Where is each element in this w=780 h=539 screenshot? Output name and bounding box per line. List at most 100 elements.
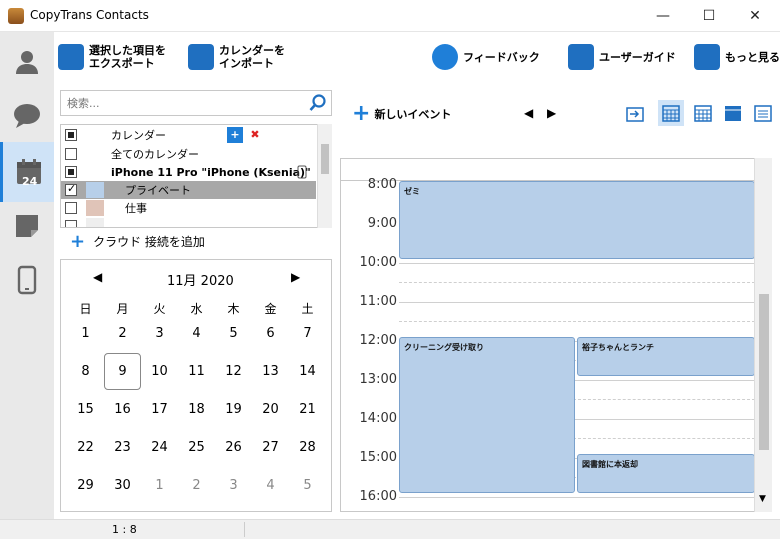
all-calendars-checkbox[interactable] (65, 148, 77, 160)
hour-label: 8:00 (367, 177, 397, 192)
search-input[interactable] (61, 91, 305, 115)
calendar-event[interactable]: クリーニング受け取り (399, 337, 575, 493)
calendar-day[interactable]: 17 (141, 391, 178, 428)
work-checkbox[interactable] (65, 202, 77, 214)
more-button[interactable]: もっと見る (694, 39, 780, 75)
calendar-day[interactable]: 27 (252, 429, 289, 466)
calendar-row-private[interactable]: プライベート (61, 181, 316, 199)
calendar-day[interactable]: 8 (67, 353, 104, 390)
header-checkbox[interactable] (65, 129, 77, 141)
minimize-button[interactable]: — (640, 0, 686, 32)
next-month-button[interactable]: ▶ (291, 270, 300, 284)
calendar-day[interactable]: 13 (252, 353, 289, 390)
calendar-day[interactable]: 3 (215, 467, 252, 504)
calendar-day[interactable]: 9 (104, 353, 141, 390)
scroll-thumb[interactable] (321, 144, 329, 174)
calendar-day[interactable]: 23 (104, 429, 141, 466)
user-guide-button[interactable]: ユーザーガイド (568, 39, 676, 75)
sidebar: 24 (0, 32, 54, 519)
feedback-label: フィードバック (463, 50, 540, 64)
month-view-icon[interactable] (724, 104, 742, 122)
list-view-icon[interactable] (754, 104, 772, 122)
calendar-list: カレンダー + ✖ 全てのカレンダー iPhone 11 Pro "iPhone… (60, 124, 332, 228)
sidebar-item-notes[interactable] (0, 196, 54, 256)
calendar-row-partial[interactable] (61, 217, 316, 227)
add-calendar-icon[interactable]: + (227, 127, 243, 143)
prev-day-button[interactable]: ◀ (524, 106, 533, 120)
calendar-day-label: 24 (22, 175, 38, 188)
more-label: もっと見る (725, 50, 780, 64)
calendar-day[interactable]: 2 (178, 467, 215, 504)
private-color-swatch[interactable] (86, 182, 104, 198)
calendar-list-scrollbar[interactable] (317, 124, 332, 228)
device-label: iPhone 11 Pro "iPhone (Ksenia)" (111, 165, 311, 179)
calendar-row-work[interactable]: 仕事 (61, 199, 316, 217)
sidebar-item-device[interactable] (0, 250, 54, 310)
calendar-day[interactable]: 7 (289, 315, 326, 352)
calendar-day[interactable]: 26 (215, 429, 252, 466)
day-view-button[interactable] (658, 100, 684, 126)
day-view-icon (662, 105, 680, 122)
new-event-button[interactable]: + 新しいイベント (352, 101, 451, 126)
calendar-day[interactable]: 29 (67, 467, 104, 504)
calendar-day[interactable]: 18 (178, 391, 215, 428)
calendar-day[interactable]: 30 (104, 467, 141, 504)
calendar-day[interactable]: 25 (178, 429, 215, 466)
calendar-day[interactable]: 19 (215, 391, 252, 428)
device-checkbox[interactable] (65, 166, 77, 178)
calendar-day[interactable]: 4 (178, 315, 215, 352)
scroll-thumb[interactable] (759, 294, 769, 450)
plus-icon: + (352, 101, 371, 126)
work-color-swatch[interactable] (86, 200, 104, 216)
feedback-button[interactable]: フィードバック (432, 39, 540, 75)
export-button[interactable]: 選択した項目を エクスポート (58, 39, 166, 75)
calendar-day[interactable]: 14 (289, 353, 326, 390)
week-view-icon[interactable] (694, 104, 712, 122)
private-label: プライベート (125, 184, 191, 197)
calendar-day[interactable]: 20 (252, 391, 289, 428)
calendar-day[interactable]: 24 (141, 429, 178, 466)
next-day-button[interactable]: ▶ (547, 106, 556, 120)
calendar-day[interactable]: 22 (67, 429, 104, 466)
partial-color-swatch (86, 218, 104, 227)
day-view-header (341, 159, 771, 181)
search-icon[interactable] (309, 94, 327, 112)
title-bar: CopyTrans Contacts — ☐ ✕ (0, 0, 780, 32)
today-icon[interactable] (626, 106, 644, 122)
close-button[interactable]: ✕ (732, 0, 778, 32)
hour-line (399, 263, 755, 264)
all-calendars-row[interactable]: 全てのカレンダー (61, 145, 316, 163)
private-checkbox[interactable] (65, 182, 77, 196)
calendar-day[interactable]: 15 (67, 391, 104, 428)
calendar-event[interactable]: 裕子ちゃんとランチ (577, 337, 755, 376)
calendar-day[interactable]: 10 (141, 353, 178, 390)
calendar-day[interactable]: 28 (289, 429, 326, 466)
calendar-day[interactable]: 5 (215, 315, 252, 352)
sidebar-item-messages[interactable] (0, 86, 54, 146)
delete-calendar-icon[interactable]: ✖ (247, 127, 263, 143)
calendar-day[interactable]: 16 (104, 391, 141, 428)
calendar-event[interactable]: ゼミ (399, 181, 755, 259)
calendar-day[interactable]: 6 (252, 315, 289, 352)
scroll-down-icon[interactable]: ▼ (759, 494, 766, 504)
calendar-day[interactable]: 21 (289, 391, 326, 428)
calendar-event[interactable]: 図書館に本返却 (577, 454, 755, 493)
calendar-day[interactable]: 1 (67, 315, 104, 352)
sidebar-item-calendar[interactable]: 24 (0, 142, 54, 202)
calendar-day[interactable]: 1 (141, 467, 178, 504)
calendar-day[interactable]: 2 (104, 315, 141, 352)
device-row[interactable]: iPhone 11 Pro "iPhone (Ksenia)" (61, 163, 316, 181)
day-view[interactable]: 8:00 9:00 10:00 11:00 12:00 13:00 14:00 15:00 16… (340, 158, 772, 512)
calendar-day[interactable]: 3 (141, 315, 178, 352)
day-view-scrollbar[interactable]: ▼ (754, 158, 772, 512)
maximize-button[interactable]: ☐ (686, 0, 732, 32)
partial-checkbox[interactable] (65, 220, 77, 227)
add-cloud-connection-button[interactable]: + クラウド 接続を追加 (60, 229, 332, 253)
prev-month-button[interactable]: ◀ (93, 270, 102, 284)
calendar-day[interactable]: 5 (289, 467, 326, 504)
calendar-day[interactable]: 4 (252, 467, 289, 504)
calendar-day[interactable]: 11 (178, 353, 215, 390)
sidebar-item-contacts[interactable] (0, 32, 54, 92)
calendar-day[interactable]: 12 (215, 353, 252, 390)
import-button[interactable]: カレンダーを インポート (188, 39, 285, 75)
